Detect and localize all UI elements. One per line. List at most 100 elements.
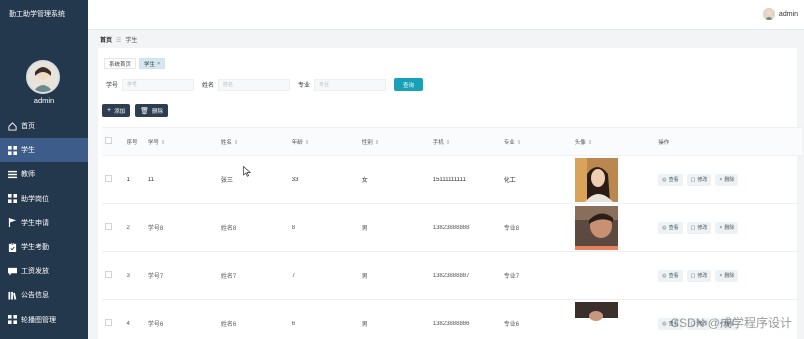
edit-label: 修改 [697, 177, 708, 183]
select-all-checkbox[interactable] [105, 137, 112, 144]
sidebar-item-teachers[interactable]: 教师 [0, 162, 88, 186]
header-label: 专业 [503, 139, 515, 146]
edit-button[interactable]: ▢ 修改 [686, 221, 712, 234]
sidebar-item-carousel[interactable]: 轮播图管理 [0, 308, 88, 332]
header-label: 年龄 [291, 139, 303, 146]
chat-icon [8, 267, 17, 276]
sidebar-item-attendance[interactable]: 学生考勤 [0, 235, 88, 259]
table-row: 1 11 张三 33 女 15111111111 化工 ◎ 查看 ▢ 修改 × 删除 [102, 156, 802, 204]
row-checkbox[interactable] [105, 175, 112, 182]
user-menu[interactable]: admin [762, 8, 798, 20]
cell-gender: 男 [361, 226, 368, 232]
plus-icon: + [107, 107, 112, 114]
tab-label: 学生 [144, 61, 156, 68]
tab-label: 系统首页 [109, 61, 132, 68]
table-row: 2 学号8 姓名8 8 男 13823888888 专业8 ◎ 查看 ▢ 修改 × 删… [102, 204, 802, 252]
cell-name: 姓名6 [220, 322, 237, 328]
sort-icon[interactable]: ⇕ [588, 140, 593, 146]
sidebar-item-applications[interactable]: 学生申请 [0, 211, 88, 235]
cell-age: 7 [291, 272, 296, 279]
student-photo[interactable] [574, 157, 618, 202]
header-label: 手机 [432, 139, 444, 146]
sidebar-menu: 首页 学生 教师 助学岗位 学生申请 学生考勤 工资发放 公告信息 轮播图管理 [0, 114, 88, 332]
tab-students[interactable]: 学生 × [139, 58, 166, 69]
sidebar-item-salary[interactable]: 工资发放 [0, 259, 88, 283]
sort-icon[interactable]: ⇕ [517, 140, 522, 146]
header-label: 姓名 [220, 139, 232, 146]
cell-name: 姓名8 [220, 226, 237, 232]
row-delete-button[interactable]: × 删除 [715, 269, 739, 282]
eye-icon: ◎ [662, 224, 667, 231]
header-phone[interactable]: 手机 ⇕ [430, 138, 501, 146]
header-age[interactable]: 年龄 ⇕ [289, 138, 359, 146]
cell-age: 33 [291, 176, 299, 183]
close-icon[interactable]: × [157, 61, 160, 67]
view-button[interactable]: ◎ 查看 [658, 221, 683, 234]
sort-icon[interactable]: ⇕ [305, 140, 310, 146]
sidebar-item-label: 助学岗位 [21, 195, 49, 203]
avatar[interactable] [26, 60, 60, 94]
header-photo[interactable]: 头像 ⇕ [572, 138, 656, 146]
breadcrumb-home[interactable]: 首页 [100, 38, 112, 44]
sidebar-item-home[interactable]: 首页 [0, 114, 88, 138]
add-button[interactable]: + 添加 [102, 104, 131, 117]
header-name[interactable]: 姓名 ⇕ [218, 138, 289, 146]
header-actions: 操作 [658, 139, 670, 146]
row-checkbox[interactable] [105, 319, 112, 326]
page-tabs: 系统首页 学生 × [104, 58, 166, 69]
header-gender[interactable]: 性别 ⇕ [359, 138, 430, 146]
grid-icon [8, 194, 17, 204]
cell-major: 专业7 [503, 274, 520, 280]
cell-gender: 男 [361, 322, 368, 328]
clipboard-icon [8, 242, 17, 252]
search-button[interactable]: 查询 [394, 78, 424, 91]
edit-button[interactable]: ▢ 修改 [686, 173, 712, 186]
search-filters: 学号 学号 姓名 姓名 专业 专业 查询 [106, 78, 424, 91]
sort-icon[interactable]: ⇕ [375, 140, 380, 146]
name-input[interactable]: 姓名 [218, 78, 291, 91]
sidebar-item-label: 学生申请 [21, 219, 49, 227]
home-icon [8, 121, 17, 131]
sidebar-item-students[interactable]: 学生 [0, 138, 88, 163]
delete-button[interactable]: 🗑 删除 [135, 104, 169, 117]
view-button[interactable]: ◎ 查看 [658, 173, 683, 186]
cell-phone: 13823888886 [432, 320, 470, 327]
header-index: 序号 [126, 139, 138, 146]
cell-gender: 男 [361, 274, 368, 280]
cell-student-no: 学号6 [147, 322, 164, 328]
edit-button[interactable]: ▢ 修改 [686, 269, 712, 282]
sort-icon[interactable]: ⇕ [446, 140, 451, 146]
row-checkbox[interactable] [105, 271, 112, 278]
view-button[interactable]: ◎ 查看 [658, 269, 683, 282]
sort-icon[interactable]: ⇕ [161, 140, 166, 146]
eye-icon: ◎ [662, 272, 667, 279]
header-student-no[interactable]: 学号 ⇕ [145, 138, 218, 146]
breadcrumb: 首页 ☰ 学生 [100, 35, 137, 44]
row-delete-button[interactable]: × 删除 [715, 221, 739, 234]
edit-icon: ▢ [690, 224, 696, 231]
sidebar-item-notices[interactable]: 公告信息 [0, 283, 88, 307]
sort-icon[interactable]: ⇕ [234, 140, 239, 146]
cell-major: 专业8 [503, 226, 520, 232]
cell-photo [572, 157, 656, 202]
student-photo[interactable] [574, 301, 618, 339]
delete-label: 删除 [152, 108, 164, 115]
sidebar-username: admin [33, 96, 55, 105]
header-major[interactable]: 专业 ⇕ [501, 138, 572, 146]
eye-icon: ◎ [662, 320, 667, 327]
row-select-cell [102, 175, 123, 184]
student-no-input[interactable]: 学号 [122, 78, 195, 91]
delete-label: 删除 [724, 177, 735, 183]
row-delete-button[interactable]: × 删除 [715, 173, 739, 186]
sidebar-item-jobs[interactable]: 助学岗位 [0, 187, 88, 211]
edit-icon: ▢ [690, 176, 696, 183]
row-checkbox[interactable] [105, 223, 112, 230]
tab-dashboard[interactable]: 系统首页 [104, 58, 137, 69]
toolbar: + 添加 🗑 删除 [102, 104, 169, 117]
major-input[interactable]: 专业 [314, 78, 387, 91]
table-header: 序号 学号 ⇕ 姓名 ⇕ 年龄 ⇕ 性别 ⇕ 手机 ⇕ 专业 ⇕ 头像 ⇕ 操作 [102, 128, 802, 156]
close-icon: × [719, 176, 723, 183]
select-all-cell [102, 137, 123, 146]
student-photo[interactable] [574, 205, 618, 250]
name-label: 姓名 [202, 83, 215, 89]
